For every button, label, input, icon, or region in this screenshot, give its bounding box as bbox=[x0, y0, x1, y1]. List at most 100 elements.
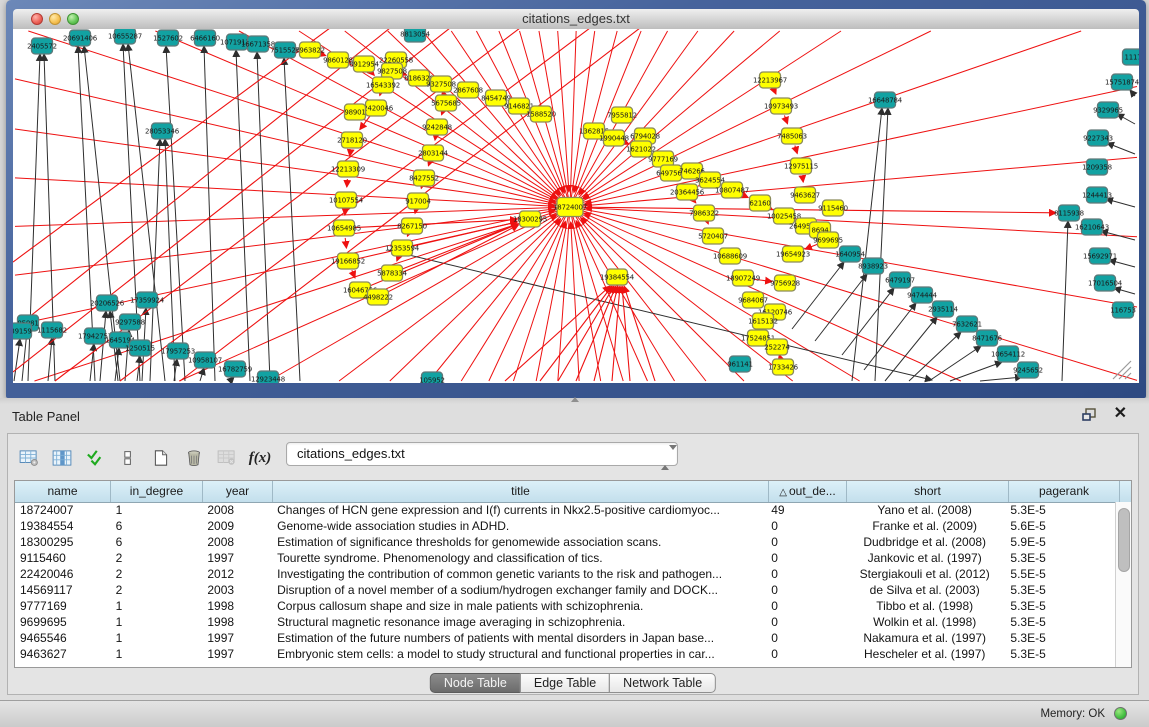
tab-node-table[interactable]: Node Table bbox=[430, 673, 521, 693]
graph-node[interactable]: 9297588 bbox=[115, 314, 145, 330]
table-mode-button[interactable] bbox=[14, 443, 44, 473]
graph-node[interactable]: 1209358 bbox=[1082, 159, 1112, 175]
graph-node[interactable]: 9329965 bbox=[1093, 102, 1123, 118]
graph-node[interactable]: 1527602 bbox=[153, 30, 183, 46]
graph-node[interactable]: 105952 bbox=[419, 372, 445, 383]
resize-grip-icon[interactable] bbox=[1113, 361, 1131, 379]
table-selector-dropdown[interactable]: citations_edges.txt bbox=[286, 442, 678, 466]
graph-node[interactable]: 5878334 bbox=[377, 265, 408, 281]
graph-node[interactable]: 1733426 bbox=[768, 359, 799, 375]
graph-node[interactable]: 10654112 bbox=[991, 346, 1025, 362]
graph-node[interactable]: 12353594 bbox=[385, 240, 420, 256]
graph-node[interactable]: 16210643 bbox=[1075, 219, 1109, 235]
graph-node[interactable]: 252274 bbox=[764, 339, 790, 355]
graph-node[interactable]: 8267150 bbox=[397, 218, 427, 234]
graph-node[interactable]: 1117 bbox=[1123, 49, 1140, 65]
graph-node[interactable]: 5720407 bbox=[698, 228, 728, 244]
graph-node[interactable]: 2718120 bbox=[337, 132, 367, 148]
table-row[interactable]: 1456911722003Disruption of a novel membe… bbox=[15, 582, 1116, 598]
graph-node[interactable]: 2803144 bbox=[418, 145, 449, 161]
column-header-name[interactable]: name bbox=[15, 481, 111, 502]
network-canvas[interactable]: 2405572206914061065528715276026466160107… bbox=[13, 29, 1139, 383]
graph-node[interactable]: 9242848 bbox=[422, 119, 452, 135]
clear-selection-button[interactable] bbox=[113, 443, 143, 473]
graph-node[interactable]: 1588520 bbox=[526, 106, 556, 122]
column-header-in-degree[interactable]: in_degree bbox=[111, 481, 203, 502]
graph-node[interactable]: 15692971 bbox=[1083, 248, 1117, 264]
graph-node[interactable]: 9245652 bbox=[1013, 362, 1043, 378]
new-column-button[interactable] bbox=[146, 443, 176, 473]
graph-node[interactable]: 917004 bbox=[405, 193, 431, 209]
delete-table-button[interactable] bbox=[212, 443, 242, 473]
graph-node[interactable]: 39159 bbox=[13, 323, 32, 339]
zoom-button[interactable] bbox=[67, 13, 79, 25]
graph-node[interactable]: 2935114 bbox=[928, 301, 959, 317]
graph-node[interactable]: 8912954 bbox=[349, 56, 380, 72]
select-all-button[interactable] bbox=[80, 443, 110, 473]
graph-node[interactable]: 9327508 bbox=[426, 76, 456, 92]
graph-node[interactable]: 9474444 bbox=[907, 287, 938, 303]
table-row[interactable]: 946554611997Estimation of the future num… bbox=[15, 630, 1116, 646]
column-header-title[interactable]: title bbox=[273, 481, 769, 502]
citation-graph[interactable]: 2405572206914061065528715276026466160107… bbox=[13, 29, 1139, 383]
minimize-button[interactable] bbox=[49, 13, 61, 25]
graph-node[interactable]: 1250515 bbox=[125, 340, 155, 356]
graph-node[interactable]: 4498222 bbox=[363, 289, 393, 305]
graph-node[interactable]: 10973493 bbox=[764, 98, 798, 114]
graph-node[interactable]: 9684067 bbox=[738, 292, 768, 308]
graph-node[interactable]: 1990448 bbox=[599, 130, 629, 146]
table-row[interactable]: 1830029562008Estimation of significance … bbox=[15, 534, 1116, 550]
graph-node[interactable]: 2405572 bbox=[27, 38, 57, 54]
close-panel-icon[interactable]: ✕ bbox=[1114, 405, 1127, 423]
panel-splitter[interactable] bbox=[0, 398, 1149, 404]
graph-node[interactable]: 10655287 bbox=[108, 29, 142, 44]
graph-node[interactable]: 18724007 bbox=[553, 198, 587, 217]
column-header-short[interactable]: short bbox=[847, 481, 1009, 502]
graph-node[interactable]: 1615132 bbox=[748, 313, 778, 329]
window-titlebar[interactable]: citations_edges.txt bbox=[13, 9, 1139, 30]
graph-node[interactable]: 8938923 bbox=[858, 258, 888, 274]
graph-node[interactable]: 8115938 bbox=[1054, 205, 1084, 221]
graph-node[interactable]: 1115682 bbox=[37, 322, 67, 338]
table-row[interactable]: 1872400712008Changes of HCN gene express… bbox=[15, 502, 1116, 518]
column-header-pagerank[interactable]: pagerank bbox=[1009, 481, 1120, 502]
graph-node[interactable]: 19166852 bbox=[331, 253, 365, 269]
graph-node[interactable]: 6466160 bbox=[190, 30, 220, 46]
close-button[interactable] bbox=[31, 13, 43, 25]
graph-node[interactable]: 20206526 bbox=[90, 295, 125, 311]
table-row[interactable]: 1938455462009Genome-wide association stu… bbox=[15, 518, 1116, 534]
graph-node[interactable]: 8471676 bbox=[972, 330, 1003, 346]
show-columns-button[interactable] bbox=[47, 443, 77, 473]
graph-node[interactable]: 961141 bbox=[727, 356, 753, 372]
graph-node[interactable]: 62160 bbox=[749, 195, 770, 211]
splitter-handle-icon[interactable] bbox=[571, 397, 579, 402]
graph-node[interactable]: 5675685 bbox=[431, 95, 461, 111]
graph-node[interactable]: 9115460 bbox=[818, 200, 848, 216]
float-window-icon[interactable] bbox=[1082, 408, 1097, 422]
graph-node[interactable]: 7485063 bbox=[777, 128, 807, 144]
function-builder-button[interactable]: f(x) bbox=[245, 443, 275, 473]
table-row[interactable]: 2242004622012Investigating the contribut… bbox=[15, 566, 1116, 582]
graph-node[interactable]: 1640954 bbox=[835, 246, 866, 262]
graph-node[interactable]: 9756928 bbox=[770, 275, 800, 291]
column-header-out-de-[interactable]: △out_de... bbox=[769, 481, 847, 502]
graph-node[interactable]: 7963822 bbox=[295, 42, 325, 58]
table-row[interactable]: 911546021997Tourette syndrome. Phenomeno… bbox=[15, 550, 1116, 566]
graph-node[interactable]: 7986322 bbox=[689, 205, 719, 221]
graph-node[interactable]: 7632621 bbox=[952, 316, 982, 332]
vertical-scrollbar[interactable] bbox=[1115, 502, 1131, 667]
table-row[interactable]: 977716911998Corpus callosum shape and si… bbox=[15, 598, 1116, 614]
graph-node[interactable]: 116753 bbox=[1110, 302, 1136, 318]
graph-node[interactable]: 9699695 bbox=[813, 232, 843, 248]
graph-node[interactable]: 9227343 bbox=[1083, 130, 1113, 146]
graph-node[interactable]: 12923448 bbox=[251, 371, 285, 383]
delete-columns-button[interactable] bbox=[179, 443, 209, 473]
graph-node[interactable]: 18907249 bbox=[726, 270, 760, 286]
scrollbar-thumb[interactable] bbox=[1118, 508, 1130, 572]
table-row[interactable]: 946362711997Embryonic stem cells: a mode… bbox=[15, 646, 1116, 662]
tab-edge-table[interactable]: Edge Table bbox=[520, 673, 610, 693]
graph-node[interactable]: 10688609 bbox=[713, 248, 747, 264]
graph-node[interactable]: 2867608 bbox=[453, 82, 483, 98]
graph-node[interactable]: 1244413 bbox=[1082, 187, 1112, 203]
tab-network-table[interactable]: Network Table bbox=[609, 673, 716, 693]
